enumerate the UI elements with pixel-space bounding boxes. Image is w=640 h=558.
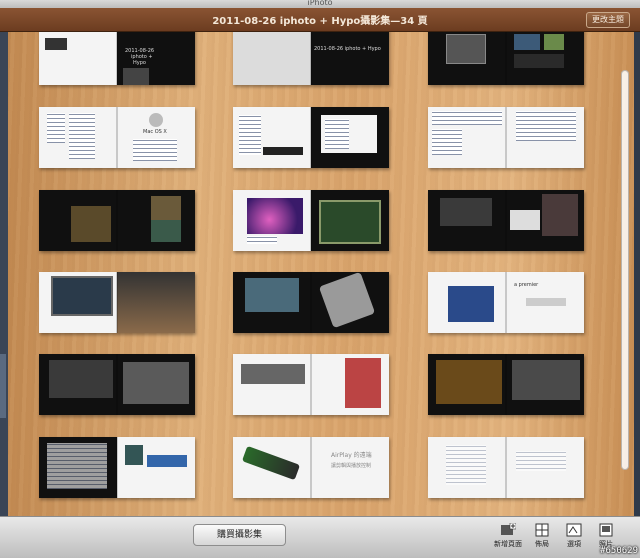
page-left[interactable] [428, 354, 506, 415]
page-left[interactable] [39, 190, 117, 251]
page-right[interactable] [117, 437, 195, 498]
page-spread[interactable] [39, 272, 195, 333]
page-right[interactable] [117, 272, 195, 333]
page-spread[interactable]: Mac OS X [39, 107, 195, 168]
page-left[interactable] [39, 354, 117, 415]
right-window-edge [634, 32, 640, 516]
mac-os-label: Mac OS X [143, 129, 167, 135]
page-left[interactable] [233, 272, 311, 333]
page-left[interactable] [428, 190, 506, 251]
options-icon [566, 523, 582, 537]
options-label: 選項 [567, 540, 581, 548]
bottom-toolbar: 購買攝影集 新增頁面 佈局 選項 照片 #650629 [0, 516, 640, 558]
page-right[interactable] [506, 32, 584, 85]
book-header: 2011-08-26 iphoto + Hypo攝影集—34 頁 更改主題 [0, 8, 640, 32]
page-left[interactable] [428, 107, 506, 168]
page-right[interactable] [117, 190, 195, 251]
page-left[interactable] [428, 437, 506, 498]
add-page-label: 新增頁面 [494, 540, 522, 548]
page-spread[interactable] [428, 354, 584, 415]
page-spread[interactable] [39, 437, 195, 498]
page-left[interactable] [39, 437, 117, 498]
page-right[interactable]: AirPlay 的遠端 讓剪輯與播放控制 [311, 437, 389, 498]
page-spread[interactable]: a premier [428, 272, 584, 333]
airplay-text: AirPlay 的遠端 [331, 452, 372, 459]
options-button[interactable]: 選項 [556, 523, 592, 549]
page-left[interactable] [39, 32, 117, 85]
page-right[interactable]: 2011-08-26 iphoto + Hypo [311, 32, 389, 85]
page-spread[interactable] [428, 190, 584, 251]
page-spread[interactable] [428, 107, 584, 168]
page-left[interactable] [428, 272, 506, 333]
add-page-icon [501, 523, 516, 535]
page-left[interactable] [233, 354, 311, 415]
vertical-scrollbar[interactable] [620, 32, 630, 516]
page-right[interactable]: a premier [506, 272, 584, 333]
layout-label: 佈局 [535, 540, 549, 548]
page-right[interactable] [506, 354, 584, 415]
book-title: 2011-08-26 iphoto + Hypo攝影集—34 頁 [212, 16, 428, 27]
page-spread[interactable] [233, 107, 389, 168]
page-spread[interactable]: 2011-08-26 iphoto + Hypo [233, 32, 389, 85]
page-right[interactable] [506, 190, 584, 251]
book-pages-view[interactable]: 2011-08-26 iphoto + Hypo 2011-08-26 ipho… [8, 32, 634, 516]
page-left[interactable] [428, 32, 506, 85]
scrollbar-thumb[interactable] [621, 70, 629, 470]
layout-button[interactable]: 佈局 [524, 523, 560, 549]
page-right[interactable] [506, 437, 584, 498]
photos-icon [599, 523, 613, 537]
watermark-id: #650629 [600, 546, 638, 556]
page-spread[interactable] [233, 190, 389, 251]
page-spread[interactable]: AirPlay 的遠端 讓剪輯與播放控制 [233, 437, 389, 498]
page-left[interactable] [233, 190, 311, 251]
page-right[interactable] [311, 190, 389, 251]
page-spread[interactable] [39, 190, 195, 251]
page-right[interactable] [311, 107, 389, 168]
page-right[interactable]: Mac OS X [117, 107, 195, 168]
page-left[interactable] [39, 107, 117, 168]
page-left[interactable] [39, 272, 117, 333]
add-page-button[interactable]: 新增頁面 [490, 523, 526, 549]
airplay-subtext: 讓剪輯與播放控制 [331, 463, 372, 469]
page-right[interactable] [311, 272, 389, 333]
change-theme-button[interactable]: 更改主題 [586, 12, 630, 28]
page-right[interactable]: 2011-08-26 iphoto + Hypo [117, 32, 195, 85]
page-left[interactable] [233, 437, 311, 498]
layout-icon [535, 523, 549, 537]
page-right[interactable] [506, 107, 584, 168]
page-spread[interactable] [233, 272, 389, 333]
page-spread[interactable] [428, 32, 584, 85]
left-sidebar-edge [0, 32, 8, 516]
cover-title: 2011-08-26 iphoto + Hypo [314, 46, 381, 52]
page-right[interactable] [117, 354, 195, 415]
page-spread[interactable] [39, 354, 195, 415]
page-right[interactable] [311, 354, 389, 415]
premier-text: a premier [514, 282, 539, 288]
page-spread[interactable] [233, 354, 389, 415]
page-left[interactable] [233, 32, 311, 85]
window-title: iPhoto [0, 0, 640, 8]
page-left[interactable] [233, 107, 311, 168]
buy-book-button[interactable]: 購買攝影集 [193, 524, 286, 546]
page-spread[interactable]: 2011-08-26 iphoto + Hypo [39, 32, 195, 85]
page-spread[interactable] [428, 437, 584, 498]
